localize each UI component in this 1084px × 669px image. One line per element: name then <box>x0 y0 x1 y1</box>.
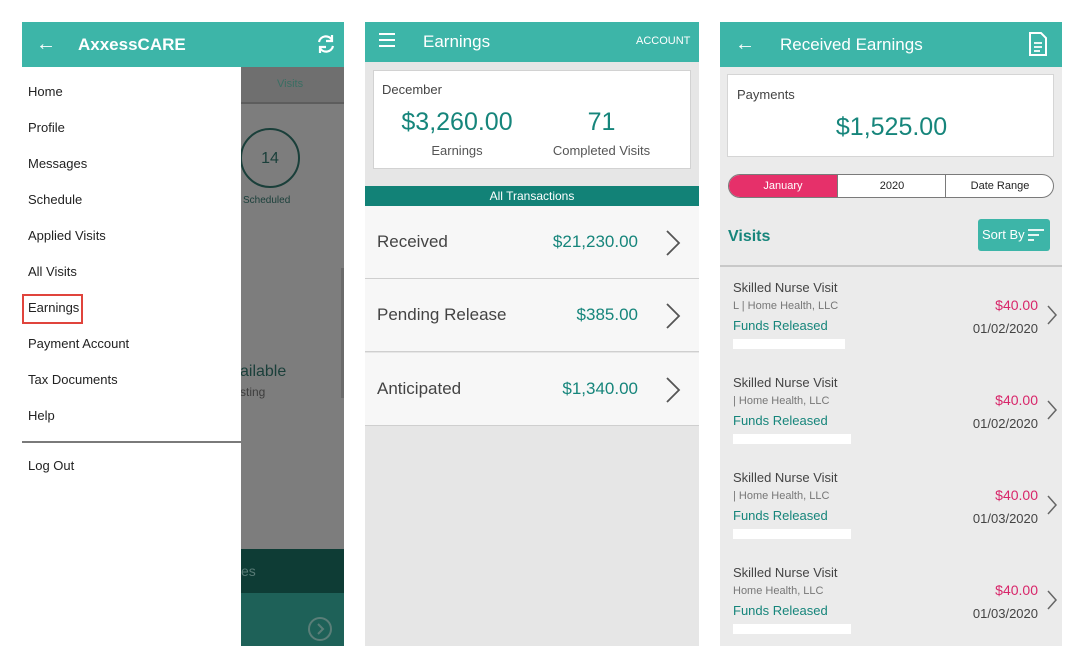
redacted-field <box>733 434 851 444</box>
visit-list-item[interactable]: Skilled Nurse Visit Home Health, LLC Fun… <box>720 565 1062 646</box>
visit-agency: | Home Health, LLC <box>733 395 830 407</box>
menu-item-earnings[interactable]: Earnings <box>28 300 79 316</box>
all-transactions-bar: All Transactions <box>365 186 699 206</box>
earnings-summary-card: December $3,260.00 Earnings 71 Completed… <box>373 70 691 169</box>
visit-title: Skilled Nurse Visit <box>733 470 838 485</box>
chevron-right-icon <box>666 230 681 256</box>
visits-heading: Visits <box>728 228 771 245</box>
payments-amount: $1,525.00 <box>835 113 948 141</box>
transaction-amount: $385.00 <box>576 305 638 324</box>
earnings-header: Earnings ACCOUNT <box>365 22 699 62</box>
hamburger-menu-icon[interactable] <box>379 33 395 47</box>
visit-title: Skilled Nurse Visit <box>733 280 838 295</box>
menu-item-log-out[interactable]: Log Out <box>28 458 74 474</box>
chevron-right-icon <box>1047 400 1058 420</box>
transaction-amount: $21,230.00 <box>552 232 638 251</box>
page-title: Earnings <box>423 32 491 51</box>
visit-date: 01/03/2020 <box>972 606 1038 621</box>
visit-list-item[interactable]: Skilled Nurse Visit | Home Health, LLC F… <box>720 375 1062 470</box>
transaction-row-received[interactable]: Received $21,230.00 <box>365 206 699 279</box>
filter-month-button[interactable]: January <box>729 175 837 197</box>
scheduled-count: 14 <box>261 150 279 167</box>
period-filter: January 2020 Date Range <box>728 174 1054 198</box>
visit-title: Skilled Nurse Visit <box>733 375 838 390</box>
payments-label: Payments <box>737 87 795 102</box>
scheduled-label: Scheduled <box>243 195 291 206</box>
transaction-amount: $1,340.00 <box>562 379 638 398</box>
visit-date: 01/03/2020 <box>972 511 1038 526</box>
redacted-field <box>733 624 851 634</box>
transaction-label: Pending Release <box>377 305 507 324</box>
visit-date: 01/02/2020 <box>972 321 1038 336</box>
visit-status: Funds Released <box>733 508 828 523</box>
sort-by-label: Sort By <box>982 227 1025 242</box>
background-band-text: es <box>241 563 256 579</box>
chevron-right-icon <box>1047 590 1058 610</box>
app-header: ← AxxessCARE <box>22 22 344 67</box>
visit-date: 01/02/2020 <box>972 416 1038 431</box>
completed-visits-count: 71 <box>587 108 616 136</box>
right-screen: ← Received Earnings Payments $1,525.00 J… <box>720 22 1062 646</box>
menu-item-messages[interactable]: Messages <box>28 156 87 172</box>
visit-agency: | Home Health, LLC <box>733 490 830 502</box>
visit-amount: $40.00 <box>995 582 1038 598</box>
completed-visits-label: Completed Visits <box>552 143 651 158</box>
app-title: AxxessCARE <box>78 35 186 54</box>
menu-item-payment-account[interactable]: Payment Account <box>28 336 129 352</box>
visit-status: Funds Released <box>733 603 828 618</box>
chevron-right-icon <box>666 377 681 403</box>
chevron-right-icon <box>1047 305 1058 325</box>
background-posting-text: sting <box>240 385 266 399</box>
redacted-field <box>733 529 851 539</box>
transaction-row-pending-release[interactable]: Pending Release $385.00 <box>365 279 699 352</box>
earnings-amount: $3,260.00 <box>401 108 513 136</box>
visit-status: Funds Released <box>733 413 828 428</box>
visit-agency: L | Home Health, LLC <box>733 300 839 312</box>
navigation-drawer: Home Profile Messages Schedule Applied V… <box>22 67 241 646</box>
background-available-text: ailable <box>240 363 287 380</box>
menu-item-all-visits[interactable]: All Visits <box>28 264 77 280</box>
menu-item-applied-visits[interactable]: Applied Visits <box>28 228 106 244</box>
chevron-right-icon <box>1047 495 1058 515</box>
visit-amount: $40.00 <box>995 487 1038 503</box>
back-arrow-icon[interactable]: ← <box>36 33 56 55</box>
chevron-right-icon <box>666 303 681 329</box>
visit-amount: $40.00 <box>995 297 1038 313</box>
middle-screen: Earnings ACCOUNT December $3,260.00 Earn… <box>365 22 699 646</box>
visit-title: Skilled Nurse Visit <box>733 565 838 580</box>
filter-year-button[interactable]: 2020 <box>838 175 946 197</box>
visits-divider <box>720 265 1062 267</box>
back-arrow-icon[interactable]: ← <box>735 33 755 55</box>
menu-item-profile[interactable]: Profile <box>28 120 65 136</box>
visit-agency: Home Health, LLC <box>733 585 824 597</box>
chevron-right-circle-icon <box>308 617 332 641</box>
menu-item-home[interactable]: Home <box>28 84 63 100</box>
received-earnings-header: ← Received Earnings <box>720 22 1062 67</box>
summary-month: December <box>382 82 442 97</box>
document-icon[interactable] <box>1027 31 1049 57</box>
visit-list-item[interactable]: Skilled Nurse Visit L | Home Health, LLC… <box>720 280 1062 375</box>
scrollbar <box>341 268 344 398</box>
left-screen: ← AxxessCARE Visits 14 Scheduled ailable… <box>22 22 344 646</box>
transaction-label: Anticipated <box>377 379 462 398</box>
filter-date-range-button[interactable]: Date Range <box>946 175 1053 197</box>
sort-by-button[interactable]: Sort By <box>978 219 1050 251</box>
payments-card: Payments $1,525.00 <box>727 74 1054 157</box>
sort-icon <box>1028 229 1044 241</box>
background-visits-tab: Visits <box>277 78 304 90</box>
menu-item-help[interactable]: Help <box>28 408 55 424</box>
menu-item-schedule[interactable]: Schedule <box>28 192 82 208</box>
menu-item-tax-documents[interactable]: Tax Documents <box>28 372 118 388</box>
transaction-label: Received <box>377 232 448 251</box>
redacted-field <box>733 339 845 349</box>
earnings-label: Earnings <box>431 143 483 158</box>
visit-status: Funds Released <box>733 318 828 333</box>
account-button[interactable]: ACCOUNT <box>636 34 690 48</box>
page-title: Received Earnings <box>780 35 923 54</box>
visit-amount: $40.00 <box>995 392 1038 408</box>
menu-divider <box>22 441 241 443</box>
refresh-icon[interactable] <box>315 32 337 56</box>
visit-list-item[interactable]: Skilled Nurse Visit | Home Health, LLC F… <box>720 470 1062 565</box>
transaction-row-anticipated[interactable]: Anticipated $1,340.00 <box>365 353 699 426</box>
